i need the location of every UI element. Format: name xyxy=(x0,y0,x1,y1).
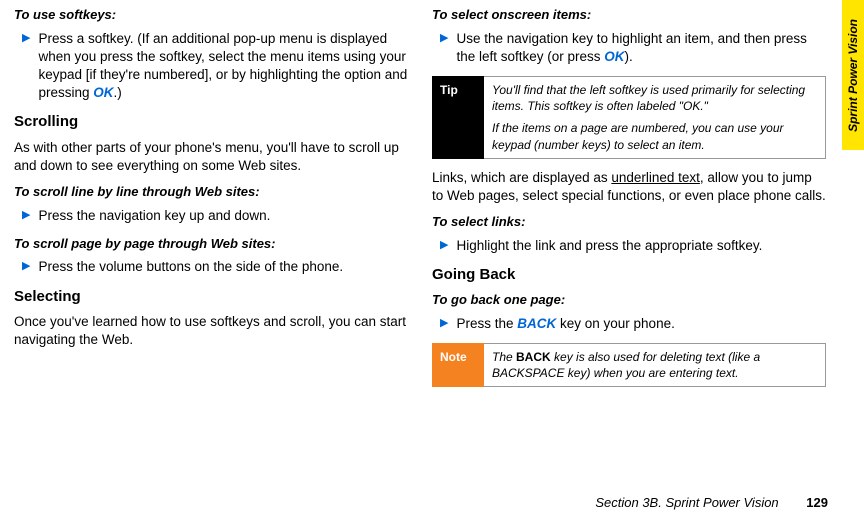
scrolling-para: As with other parts of your phone's menu… xyxy=(14,139,408,175)
page-columns: To use softkeys: ▶ Press a softkey. (If … xyxy=(0,0,864,397)
select-onscreen-text: Use the navigation key to highlight an i… xyxy=(456,30,826,66)
text: key on your phone. xyxy=(556,316,675,331)
scroll-page-heading: To scroll page by page through Web sites… xyxy=(14,235,408,253)
go-back-heading: To go back one page: xyxy=(432,291,826,309)
going-back-heading: Going Back xyxy=(432,265,826,285)
bullet-arrow-icon: ▶ xyxy=(440,30,448,66)
note-body: The BACK key is also used for deleting t… xyxy=(484,343,826,387)
bullet-arrow-icon: ▶ xyxy=(22,258,30,276)
select-links-heading: To select links: xyxy=(432,213,826,231)
scroll-page-bullet: ▶ Press the volume buttons on the side o… xyxy=(22,258,408,276)
back-keyword: BACK xyxy=(517,316,556,331)
side-tab-label: Sprint Power Vision xyxy=(846,19,860,132)
tip-body: You'll find that the left softkey is use… xyxy=(484,76,826,159)
scroll-line-text: Press the navigation key up and down. xyxy=(38,207,408,225)
tip-box: Tip You'll find that the left softkey is… xyxy=(432,76,826,159)
go-back-bullet: ▶ Press the BACK key on your phone. xyxy=(440,315,826,333)
selecting-heading: Selecting xyxy=(14,287,408,307)
links-para: Links, which are displayed as underlined… xyxy=(432,169,826,205)
text: Links, which are displayed as xyxy=(432,170,611,185)
underlined-text: underlined text xyxy=(611,170,700,185)
scroll-line-bullet: ▶ Press the navigation key up and down. xyxy=(22,207,408,225)
scroll-page-text: Press the volume buttons on the side of … xyxy=(38,258,408,276)
softkeys-heading: To use softkeys: xyxy=(14,6,408,24)
text: ). xyxy=(625,49,633,64)
ok-keyword: OK xyxy=(93,85,113,100)
tip-p2: If the items on a page are numbered, you… xyxy=(492,120,817,152)
go-back-text: Press the BACK key on your phone. xyxy=(456,315,826,333)
note-p: The BACK key is also used for deleting t… xyxy=(492,349,817,381)
side-tab: Sprint Power Vision xyxy=(842,0,864,150)
right-column: To select onscreen items: ▶ Use the navi… xyxy=(432,6,826,397)
scroll-line-heading: To scroll line by line through Web sites… xyxy=(14,183,408,201)
note-label: Note xyxy=(432,343,484,387)
footer: Section 3B. Sprint Power Vision 129 xyxy=(595,495,828,510)
select-links-bullet: ▶ Highlight the link and press the appro… xyxy=(440,237,826,255)
select-onscreen-bullet: ▶ Use the navigation key to highlight an… xyxy=(440,30,826,66)
text: The xyxy=(492,350,516,364)
text: Press the xyxy=(456,316,517,331)
tip-label: Tip xyxy=(432,76,484,159)
bullet-arrow-icon: ▶ xyxy=(22,30,30,103)
note-box: Note The BACK key is also used for delet… xyxy=(432,343,826,387)
softkeys-bullet-text: Press a softkey. (If an additional pop-u… xyxy=(38,30,408,103)
back-bold: BACK xyxy=(516,350,551,364)
left-column: To use softkeys: ▶ Press a softkey. (If … xyxy=(14,6,408,397)
ok-keyword: OK xyxy=(604,49,624,64)
footer-section: Section 3B. Sprint Power Vision xyxy=(595,495,778,510)
select-onscreen-heading: To select onscreen items: xyxy=(432,6,826,24)
tip-p1: You'll find that the left softkey is use… xyxy=(492,82,817,114)
bullet-arrow-icon: ▶ xyxy=(22,207,30,225)
text: .) xyxy=(114,85,122,100)
bullet-arrow-icon: ▶ xyxy=(440,237,448,255)
bullet-arrow-icon: ▶ xyxy=(440,315,448,333)
scrolling-heading: Scrolling xyxy=(14,112,408,132)
softkeys-bullet: ▶ Press a softkey. (If an additional pop… xyxy=(22,30,408,103)
select-links-text: Highlight the link and press the appropr… xyxy=(456,237,826,255)
footer-page: 129 xyxy=(806,495,828,510)
selecting-para: Once you've learned how to use softkeys … xyxy=(14,313,408,349)
